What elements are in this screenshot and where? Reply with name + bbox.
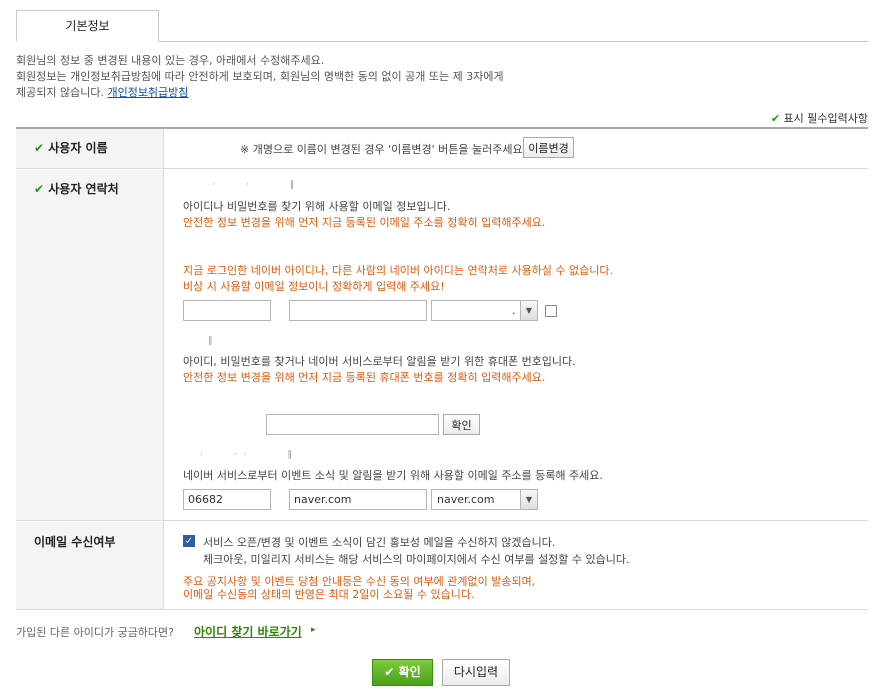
event-email-domain-select[interactable]: naver.com ▼ bbox=[431, 489, 538, 510]
masked-placeholder: · · · ‖ bbox=[200, 450, 294, 460]
check-icon: ✔ bbox=[770, 112, 781, 125]
phone-description: 아이디, 비밀번호를 찾거나 네이버 서비스로부터 알림을 받기 위한 휴대폰 … bbox=[183, 355, 576, 368]
required-note: ✔ 표시 필수입력사항 bbox=[771, 110, 868, 126]
reset-button[interactable]: 다시입력 bbox=[442, 659, 510, 686]
name-change-button[interactable]: 이름변경 bbox=[523, 137, 574, 158]
event-email-domain-input[interactable] bbox=[289, 489, 427, 510]
email-domain-input[interactable] bbox=[289, 300, 427, 321]
chevron-down-icon: ▼ bbox=[520, 301, 537, 320]
email-confirm-checkbox[interactable] bbox=[545, 305, 557, 317]
find-id-question: 가입된 다른 아이디가 궁금하다면? bbox=[16, 626, 175, 639]
intro-line-2: 회원정보는 개인정보취급방침에 따라 안전하게 보호되며, 회원님의 명백한 동… bbox=[16, 70, 504, 83]
event-email-description: 네이버 서비스로부터 이벤트 소식 및 알림을 받기 위해 사용할 이메일 주소… bbox=[183, 469, 603, 482]
required-note-text: 표시 필수입력사항 bbox=[783, 112, 868, 125]
privacy-policy-link[interactable]: 개인정보취급방침 bbox=[107, 86, 188, 99]
email-warning-3: 비상 시 사용할 이메일 정보이니 정확하게 입력해 주세요! bbox=[183, 280, 445, 293]
name-change-note: ※ 개명으로 이름이 변경된 경우 '이름변경' 버튼을 눌러주세요. bbox=[240, 143, 527, 156]
arrow-right-icon: ▸ bbox=[311, 625, 316, 635]
email-warning-2: 지금 로그인한 네이버 아이디나, 다른 사람의 네이버 아이디는 연락처로 사… bbox=[183, 264, 614, 277]
check-icon: ✔ bbox=[384, 665, 395, 679]
check-icon: ✔ bbox=[34, 182, 45, 196]
label-cell-contact bbox=[16, 170, 163, 521]
email-warning: 안전한 정보 변경을 위해 먼저 지금 등록된 이메일 주소를 정확히 입력해주… bbox=[183, 216, 546, 229]
row-divider bbox=[16, 520, 868, 521]
row-divider bbox=[16, 609, 868, 610]
row-divider bbox=[16, 168, 868, 169]
tab-basic-info[interactable]: 기본정보 bbox=[16, 10, 159, 42]
email-opt-row-label: 이메일 수신여부 bbox=[34, 535, 116, 549]
no-promo-email-label: 서비스 오픈/변경 및 이벤트 소식이 담긴 홍보성 메일을 수신하지 않겠습니… bbox=[203, 536, 556, 549]
email-domain-select[interactable]: . ▼ bbox=[431, 300, 538, 321]
column-divider bbox=[163, 129, 164, 610]
confirm-submit-button[interactable]: ✔ 확인 bbox=[372, 659, 433, 686]
event-email-id-input[interactable] bbox=[183, 489, 271, 510]
find-id-link[interactable]: 아이디 찾기 바로가기 bbox=[194, 623, 302, 640]
phone-confirm-button[interactable]: 확인 bbox=[443, 414, 480, 435]
email-opt-warning-2: 이메일 수신동의 상태의 반영은 최대 2일이 소요될 수 있습니다. bbox=[183, 588, 475, 601]
chevron-down-icon: ▼ bbox=[520, 490, 537, 509]
check-icon: ✔ bbox=[34, 141, 45, 155]
name-row-label: ✔ 사용자 이름 bbox=[34, 141, 108, 155]
intro-line-3: 제공되지 않습니다. bbox=[16, 86, 104, 99]
intro-text: 회원님의 정보 중 변경된 내용이 있는 경우, 아래에서 수정해주세요. 회원… bbox=[16, 53, 504, 101]
no-promo-email-sub: 체크아웃, 미일리지 서비스는 해당 서비스의 마이페이지에서 수신 여부를 설… bbox=[203, 553, 630, 566]
intro-line-1: 회원님의 정보 중 변경된 내용이 있는 경우, 아래에서 수정해주세요. bbox=[16, 54, 325, 67]
masked-placeholder: · · ‖ bbox=[212, 180, 297, 190]
contact-row-label: ✔ 사용자 연락처 bbox=[34, 182, 119, 196]
no-promo-email-checkbox[interactable]: ✓ bbox=[183, 535, 195, 547]
phone-input[interactable] bbox=[266, 414, 439, 435]
tab-bar: 기본정보 bbox=[16, 10, 868, 42]
masked-placeholder: ‖ bbox=[208, 336, 215, 346]
email-id-input[interactable] bbox=[183, 300, 271, 321]
phone-warning: 안전한 정보 변경을 위해 먼저 지금 등록된 휴대폰 번호를 정확히 입력해주… bbox=[183, 371, 546, 384]
email-description: 아이디나 비밀번호를 찾기 위해 사용할 이메일 정보입니다. bbox=[183, 200, 451, 213]
